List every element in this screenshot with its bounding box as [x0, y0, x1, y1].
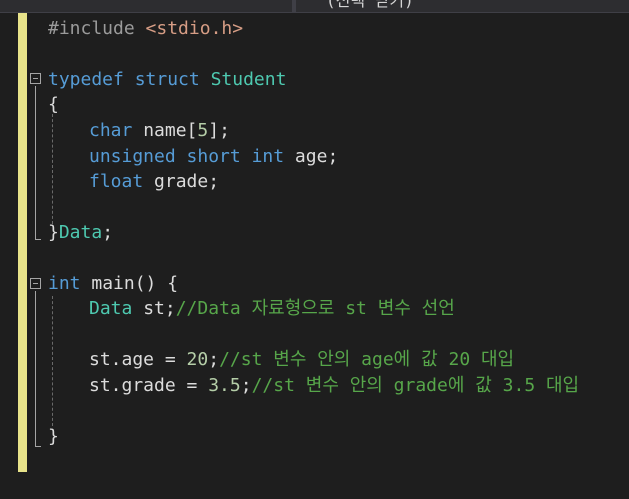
assign-value: 20 [186, 349, 209, 370]
type-data: Data [89, 298, 133, 319]
keyword-int: int [251, 146, 285, 167]
variable-decl: st; [132, 298, 176, 319]
code-line-15: st.grade = 3.5;//st 변수 안의 grade에 값 3.5 대… [0, 373, 579, 398]
close-brace: } [48, 426, 59, 447]
assign-value: 3.5 [208, 375, 241, 396]
code-line-5: char name[5]; [0, 118, 230, 143]
comment: //st 변수 안의 age에 값 20 대입 [219, 349, 515, 370]
member-end: ]; [208, 120, 230, 141]
indent-guide-struct [52, 114, 53, 224]
code-line-4: { [0, 92, 59, 117]
struct-name: Student [210, 69, 287, 90]
statement-end: ; [208, 349, 220, 370]
statement-end: ; [240, 375, 252, 396]
assign-target: st.grade = [89, 375, 209, 396]
tab-separator [292, 0, 296, 12]
member-name: name[ [132, 120, 198, 141]
close-brace: } [48, 222, 59, 243]
code-line-11: int main() { [0, 271, 178, 296]
type-float: float [89, 171, 144, 192]
array-size: 5 [197, 120, 209, 141]
member-age: age; [284, 146, 339, 167]
keyword-typedef: typedef [48, 69, 124, 90]
code-line-17: } [0, 424, 59, 449]
code-line-9: }Data; [0, 220, 113, 245]
indent-guide-main [52, 296, 53, 426]
code-line-3: typedef struct Student [0, 67, 286, 92]
code-line-6: unsigned short int age; [0, 144, 338, 169]
member-grade: grade; [143, 171, 220, 192]
statement-end: ; [102, 222, 114, 243]
main-signature: main() { [80, 273, 179, 294]
open-brace: { [48, 94, 59, 115]
keyword-short: short [186, 146, 241, 167]
code-line-7: float grade; [0, 169, 219, 194]
tab-strip: (선택 닫기) [0, 0, 629, 13]
keyword-struct: struct [134, 69, 200, 90]
keyword-int: int [48, 273, 81, 294]
code-line-12: Data st;//Data 자료형으로 st 변수 선언 [0, 296, 455, 321]
typedef-name: Data [58, 222, 103, 243]
comment: //st 변수 안의 grade에 값 3.5 대입 [251, 375, 580, 396]
code-line-1: #include <stdio.h> [0, 16, 243, 41]
tab-label[interactable]: (선택 닫기) [326, 0, 414, 11]
include-header: <stdio.h> [145, 18, 244, 39]
assign-target: st.age = [89, 349, 187, 370]
code-editor[interactable]: #include <stdio.h> typedef struct Studen… [0, 14, 629, 472]
type-char: char [89, 120, 133, 141]
comment: //Data 자료형으로 st 변수 선언 [175, 298, 455, 319]
keyword-unsigned: unsigned [89, 146, 176, 167]
preprocessor-directive: #include [48, 18, 135, 39]
code-line-14: st.age = 20;//st 변수 안의 age에 값 20 대입 [0, 347, 514, 372]
